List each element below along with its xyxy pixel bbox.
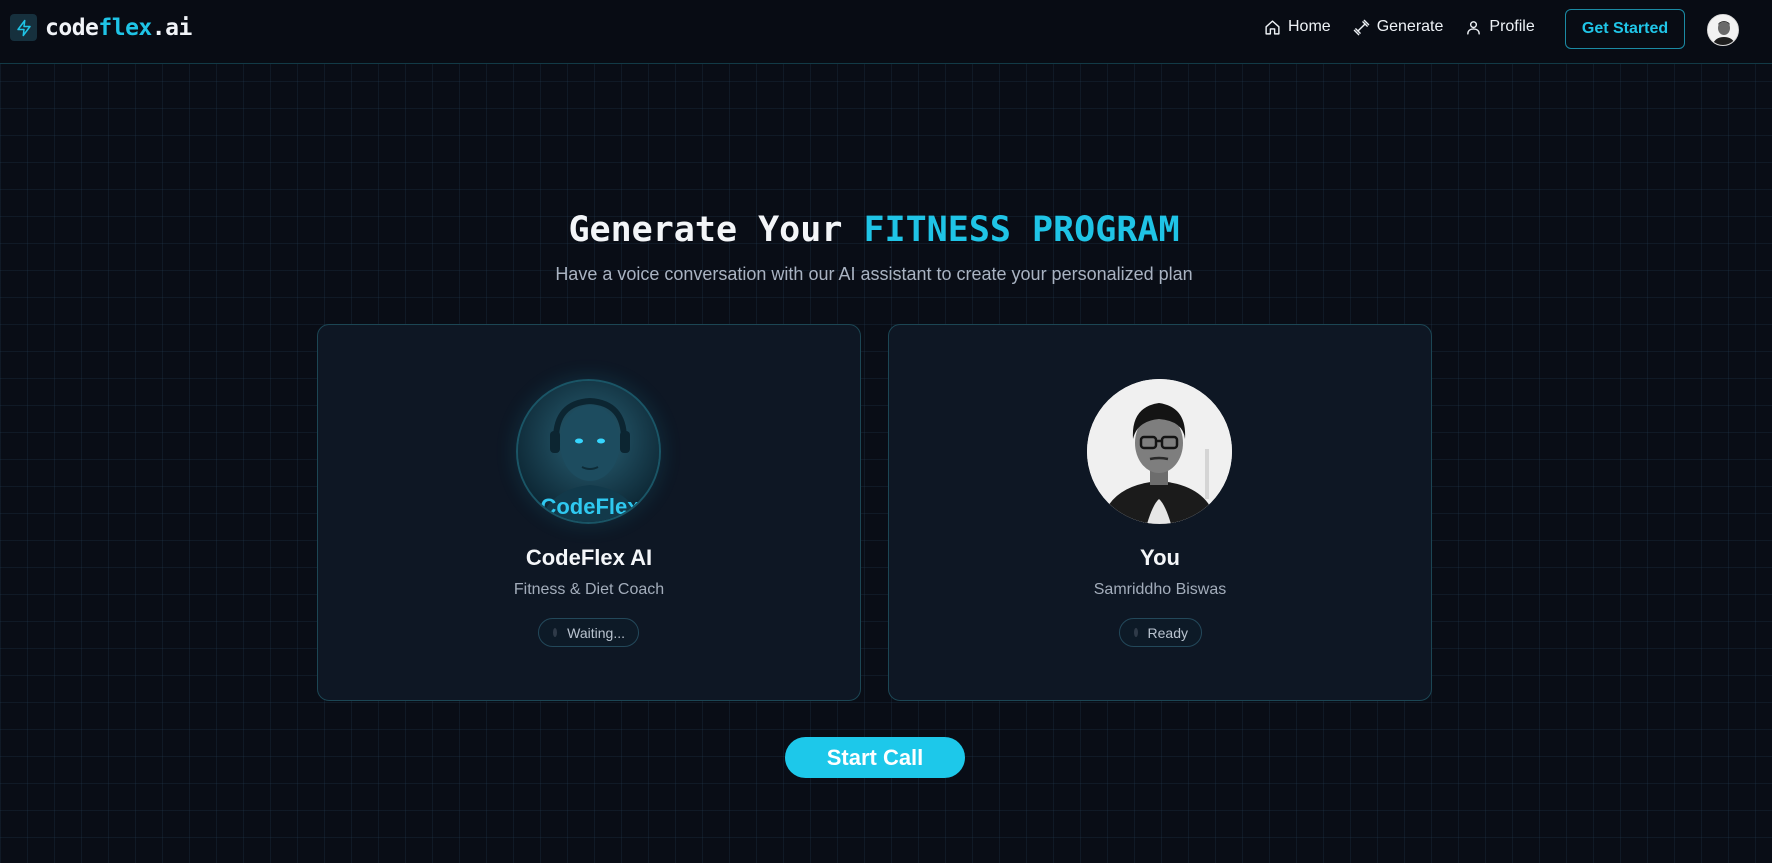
ai-status-text: Waiting... xyxy=(567,624,625,641)
title-prefix: Generate Your xyxy=(568,210,843,250)
ai-avatar-caption: CodeFlex xyxy=(540,494,640,519)
status-dot-icon xyxy=(1134,628,1138,637)
page-subtitle: Have a voice conversation with our AI as… xyxy=(555,264,1193,284)
user-icon xyxy=(1467,20,1481,35)
user-avatar[interactable] xyxy=(1707,14,1739,46)
user-avatar-large xyxy=(1087,379,1232,524)
user-fullname: Samriddho Biswas xyxy=(1093,581,1227,598)
ai-status-badge: Waiting... xyxy=(538,618,639,647)
title-accent: FITNESS PROGRAM xyxy=(863,210,1180,250)
brand-suffix: .ai xyxy=(151,14,193,41)
ai-name: CodeFlex AI xyxy=(525,545,653,570)
page-title: Generate Your FITNESS PROGRAM xyxy=(0,210,1748,250)
brand-accent: flex xyxy=(98,14,152,41)
get-started-button[interactable]: Get Started xyxy=(1565,9,1685,49)
user-card: You Samriddho Biswas Ready xyxy=(888,324,1432,701)
nav-links: Home Generate Profile xyxy=(1264,18,1557,36)
brand-prefix: code xyxy=(45,14,99,41)
nav-item-generate[interactable]: Generate xyxy=(1353,18,1444,36)
ai-role: Fitness & Diet Coach xyxy=(513,581,665,598)
nav-item-home[interactable]: Home xyxy=(1264,18,1331,36)
user-status-badge: Ready xyxy=(1119,618,1202,647)
nav-item-profile[interactable]: Profile xyxy=(1465,18,1535,36)
brand-logo[interactable]: codeflex.ai xyxy=(10,14,192,41)
status-dot-icon xyxy=(553,628,558,637)
home-icon xyxy=(1265,19,1280,35)
user-name: You xyxy=(1140,545,1180,570)
lightning-icon xyxy=(10,14,37,41)
ai-assistant-card: CodeFlex CodeFlex AI Fitness & Diet Coac… xyxy=(317,324,861,701)
brand-name: codeflex.ai xyxy=(45,15,192,41)
start-call-button[interactable]: Start Call xyxy=(785,737,965,778)
dumbbell-icon xyxy=(1353,19,1369,35)
user-status-text: Ready xyxy=(1147,624,1188,641)
top-navbar: codeflex.ai Home Generate Profile Get St… xyxy=(0,0,1772,64)
nav-item-label: Generate xyxy=(1376,18,1444,35)
ai-avatar: CodeFlex xyxy=(516,379,661,524)
nav-item-label: Profile xyxy=(1489,18,1535,35)
nav-item-label: Home xyxy=(1288,18,1331,35)
